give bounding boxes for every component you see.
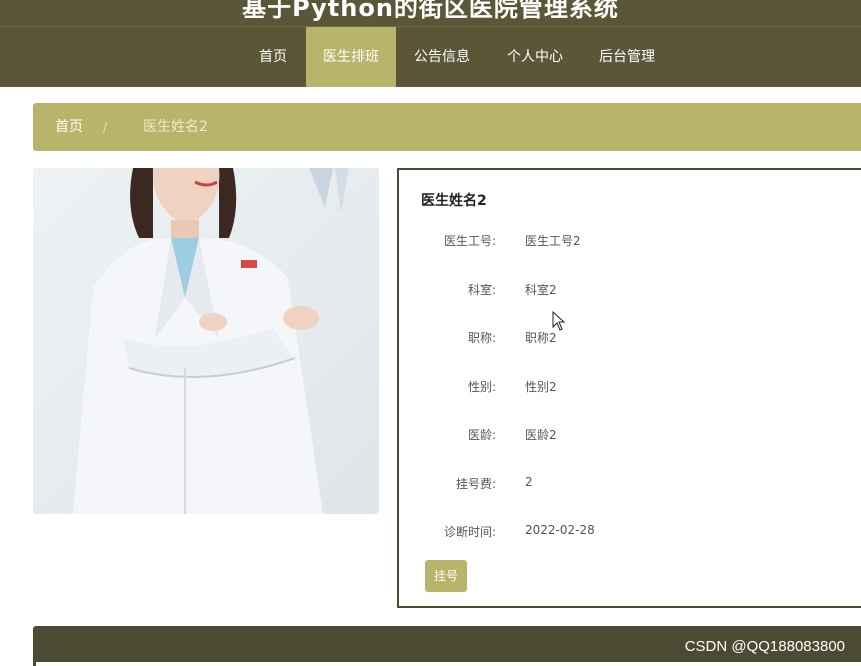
nav-item-home[interactable]: 首页 bbox=[247, 27, 299, 87]
main-nav: 首页 医生排班 公告信息 个人中心 后台管理 bbox=[0, 26, 861, 87]
nav-item-announcements[interactable]: 公告信息 bbox=[403, 27, 481, 87]
field-value: 医龄2 bbox=[525, 428, 557, 442]
field-row-registration-fee: 挂号费: 2 bbox=[399, 475, 859, 495]
field-value: 2 bbox=[525, 475, 533, 489]
doctor-detail-panel: 医生姓名2 医生工号: 医生工号2 科室: 科室2 职称: 职称2 性别: 性别… bbox=[397, 168, 861, 608]
field-value: 性别2 bbox=[525, 380, 557, 394]
field-value: 科室2 bbox=[525, 283, 557, 297]
site-title: 基于Python的街区医院管理系统 bbox=[242, 0, 619, 22]
field-row-years-practice: 医龄: 医龄2 bbox=[399, 426, 859, 446]
doctor-photo bbox=[33, 168, 379, 514]
field-row-gender: 性别: 性别2 bbox=[399, 378, 859, 398]
watermark: CSDN @QQ188083800 bbox=[684, 638, 845, 655]
field-label: 挂号费: bbox=[455, 477, 496, 491]
field-label: 诊断时间: bbox=[443, 525, 496, 539]
doctor-photo-illustration bbox=[33, 168, 379, 514]
nav-item-admin[interactable]: 后台管理 bbox=[588, 27, 666, 87]
breadcrumb-home-link[interactable]: 首页 bbox=[55, 103, 83, 151]
field-row-employee-id: 医生工号: 医生工号2 bbox=[399, 232, 859, 252]
field-row-diagnosis-time: 诊断时间: 2022-02-28 bbox=[399, 523, 859, 543]
field-value: 医生工号2 bbox=[525, 234, 581, 248]
doctor-name: 医生姓名2 bbox=[421, 193, 487, 209]
breadcrumb-current: 医生姓名2 bbox=[143, 119, 208, 135]
site-header: 基于Python的街区医院管理系统 bbox=[0, 0, 861, 26]
register-button[interactable]: 挂号 bbox=[425, 560, 467, 592]
nav-item-doctor-schedule[interactable]: 医生排班 bbox=[306, 27, 396, 87]
nav-item-personal-center[interactable]: 个人中心 bbox=[496, 27, 574, 87]
breadcrumb-separator: / bbox=[103, 120, 108, 134]
field-label: 医龄: bbox=[467, 428, 496, 442]
field-row-department: 科室: 科室2 bbox=[399, 281, 859, 301]
field-label: 职称: bbox=[467, 331, 496, 345]
field-label: 科室: bbox=[467, 283, 496, 297]
field-value: 2022-02-28 bbox=[525, 523, 595, 537]
field-label: 性别: bbox=[467, 380, 496, 394]
field-row-title: 职称: 职称2 bbox=[399, 329, 859, 349]
bottom-section-body bbox=[36, 662, 861, 666]
field-label: 医生工号: bbox=[443, 234, 496, 248]
field-value: 职称2 bbox=[525, 331, 557, 345]
breadcrumb: 首页 / 医生姓名2 bbox=[33, 103, 861, 151]
mouse-cursor-icon bbox=[552, 311, 566, 331]
